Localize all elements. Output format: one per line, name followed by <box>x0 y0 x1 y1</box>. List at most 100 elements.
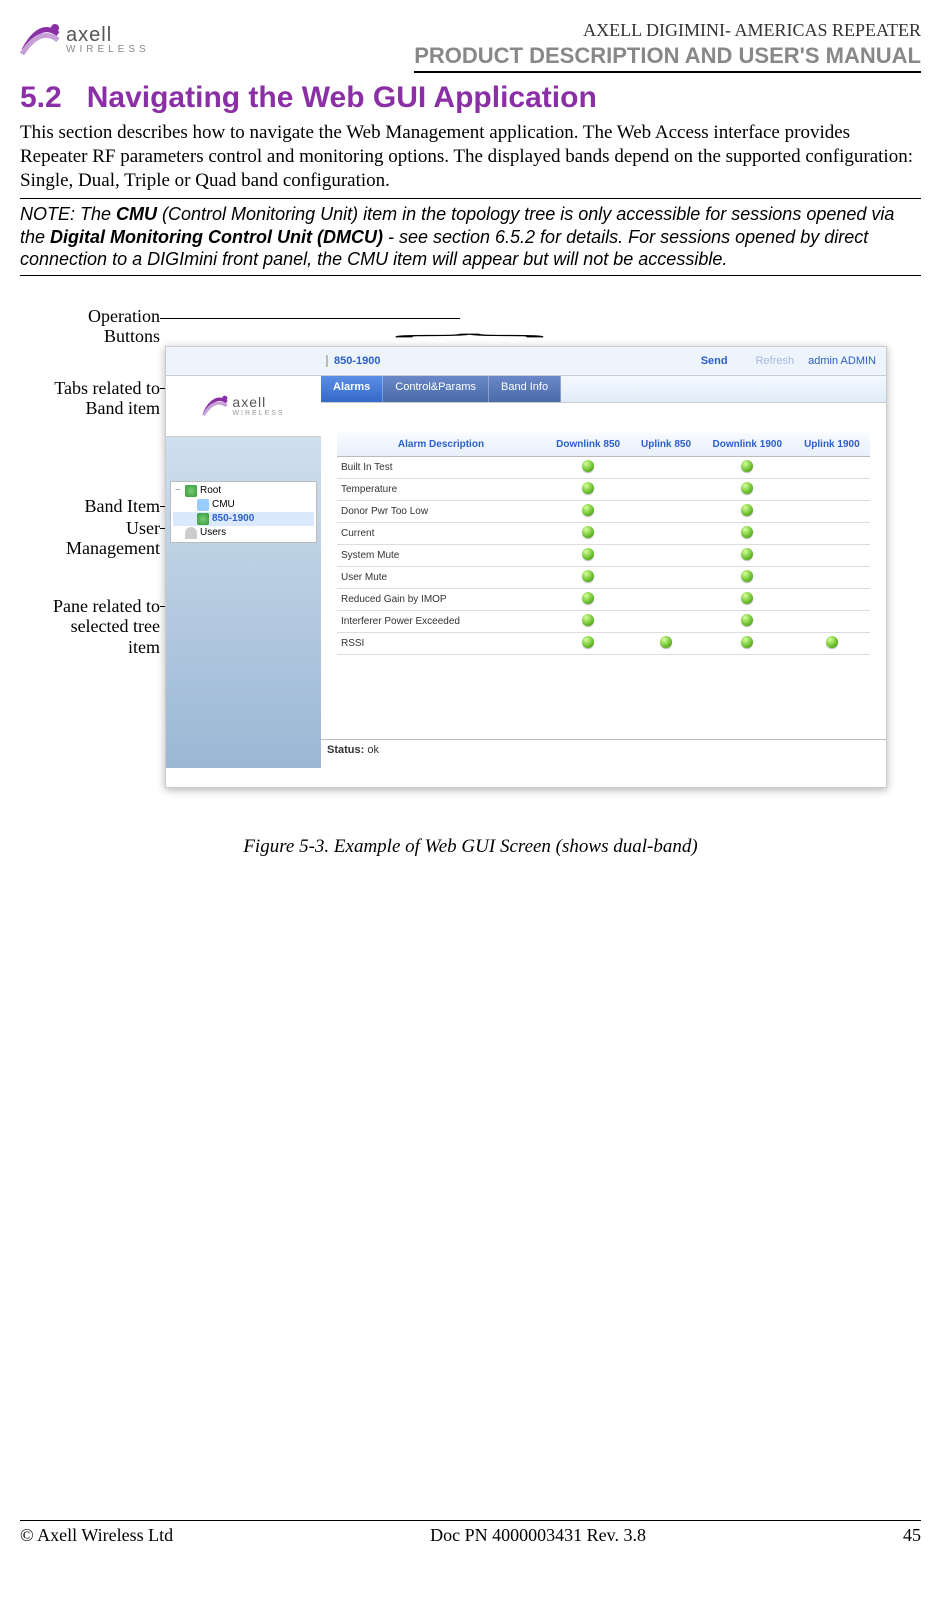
status-cell <box>631 478 701 500</box>
status-cell <box>545 544 631 566</box>
alarm-desc-cell: Built In Test <box>337 456 545 478</box>
status-cell <box>701 632 794 654</box>
status-cell <box>794 522 870 544</box>
page-footer: © Axell Wireless Ltd Doc PN 4000003431 R… <box>20 1520 921 1546</box>
status-dot-icon <box>582 504 594 516</box>
status-cell <box>545 478 631 500</box>
intro-paragraph: This section describes how to navigate t… <box>20 121 921 192</box>
status-dot-icon <box>582 636 594 648</box>
status-cell <box>794 456 870 478</box>
tree-item-root[interactable]: − Root <box>173 484 314 498</box>
footer-doc-pn: Doc PN 4000003431 Rev. 3.8 <box>430 1525 646 1546</box>
alarm-desc-cell: RSSI <box>337 632 545 654</box>
alarm-desc-cell: Interferer Power Exceeded <box>337 610 545 632</box>
status-cell <box>545 610 631 632</box>
table-row: System Mute <box>337 544 870 566</box>
status-cell <box>631 610 701 632</box>
col-downlink-1900: Downlink 1900 <box>701 433 794 457</box>
cmu-icon <box>197 499 209 511</box>
status-dot-icon <box>741 614 753 626</box>
tab-control-params[interactable]: Control&Params <box>383 376 489 402</box>
alarm-desc-cell: Current <box>337 522 545 544</box>
status-dot-icon <box>826 636 838 648</box>
header-manual-title: PRODUCT DESCRIPTION AND USER'S MANUAL <box>414 43 921 73</box>
status-cell <box>545 522 631 544</box>
status-cell <box>631 566 701 588</box>
send-button[interactable]: Send <box>687 355 742 367</box>
status-cell <box>631 588 701 610</box>
status-cell <box>701 610 794 632</box>
status-cell <box>701 456 794 478</box>
status-cell <box>794 478 870 500</box>
status-cell <box>701 544 794 566</box>
figure-container: Operation Buttons Tabs related to Band i… <box>20 306 921 826</box>
status-dot-icon <box>582 570 594 582</box>
section-number: 5.2 <box>20 81 62 114</box>
status-cell <box>545 588 631 610</box>
content-pane: Alarm Description Downlink 850 Uplink 85… <box>321 403 886 739</box>
tabs-row: Alarms Control&Params Band Info <box>321 376 886 403</box>
footer-copyright: © Axell Wireless Ltd <box>20 1525 173 1546</box>
col-uplink-850: Uplink 850 <box>631 433 701 457</box>
table-row: Interferer Power Exceeded <box>337 610 870 632</box>
footer-page-number: 45 <box>903 1525 921 1546</box>
status-cell <box>545 456 631 478</box>
status-cell <box>701 500 794 522</box>
col-downlink-850: Downlink 850 <box>545 433 631 457</box>
status-cell <box>794 588 870 610</box>
status-dot-icon <box>741 526 753 538</box>
section-title-text: Navigating the Web GUI Application <box>87 81 597 114</box>
figure-caption: Figure 5-3. Example of Web GUI Screen (s… <box>20 836 921 858</box>
status-dot-icon <box>660 636 672 648</box>
breadcrumb: 850-1900 <box>326 355 381 367</box>
callout-tabs: Tabs related to Band item <box>54 378 160 419</box>
status-dot-icon <box>582 614 594 626</box>
topology-tree: − Root CMU 850-1900 <box>166 477 321 547</box>
table-row: RSSI <box>337 632 870 654</box>
sidebar-logo: axell WIRELESS <box>166 376 321 437</box>
tree-item-band[interactable]: 850-1900 <box>173 512 314 526</box>
status-dot-icon <box>582 548 594 560</box>
tree-item-cmu[interactable]: CMU <box>173 498 314 512</box>
callout-user-management: User Management <box>66 518 160 559</box>
header-product-line: AXELL DIGIMINI- AMERICAS REPEATER <box>414 20 921 41</box>
status-cell <box>794 566 870 588</box>
status-cell <box>794 544 870 566</box>
status-cell <box>794 500 870 522</box>
page-header: axell WIRELESS AXELL DIGIMINI- AMERICAS … <box>20 20 921 73</box>
tab-alarms[interactable]: Alarms <box>321 376 383 402</box>
note-term-dmcu: Digital Monitoring Control Unit (DMCU) <box>50 227 383 247</box>
col-alarm-description: Alarm Description <box>337 433 545 457</box>
status-dot-icon <box>741 482 753 494</box>
note-prefix: NOTE: The <box>20 204 116 224</box>
status-cell <box>794 632 870 654</box>
callout-band-item: Band Item <box>85 496 160 517</box>
status-cell <box>545 632 631 654</box>
status-dot-icon <box>582 460 594 472</box>
refresh-button[interactable]: Refresh <box>742 355 809 367</box>
status-dot-icon <box>741 460 753 472</box>
web-gui-screenshot: 850-1900 Send Refresh admin ADMIN <box>165 346 887 788</box>
left-sidebar: axell WIRELESS − Root CMU <box>166 376 321 768</box>
table-row: Reduced Gain by IMOP <box>337 588 870 610</box>
callout-operation-buttons: Operation Buttons <box>88 306 160 347</box>
note-box: NOTE: The CMU (Control Monitoring Unit) … <box>20 198 921 276</box>
tree-item-users[interactable]: Users <box>173 526 314 540</box>
status-dot-icon <box>741 548 753 560</box>
table-row: Built In Test <box>337 456 870 478</box>
status-cell <box>701 478 794 500</box>
status-dot-icon <box>741 592 753 604</box>
status-cell <box>545 500 631 522</box>
user-label: admin ADMIN <box>808 355 886 367</box>
table-row: Current <box>337 522 870 544</box>
alarm-desc-cell: Donor Pwr Too Low <box>337 500 545 522</box>
alarm-desc-cell: Temperature <box>337 478 545 500</box>
alarm-table: Alarm Description Downlink 850 Uplink 85… <box>337 433 870 655</box>
tab-band-info[interactable]: Band Info <box>489 376 561 402</box>
status-cell <box>545 566 631 588</box>
col-uplink-1900: Uplink 1900 <box>794 433 870 457</box>
logo-icon <box>20 20 60 60</box>
status-dot-icon <box>582 592 594 604</box>
band-icon <box>197 513 209 525</box>
status-dot-icon <box>582 482 594 494</box>
